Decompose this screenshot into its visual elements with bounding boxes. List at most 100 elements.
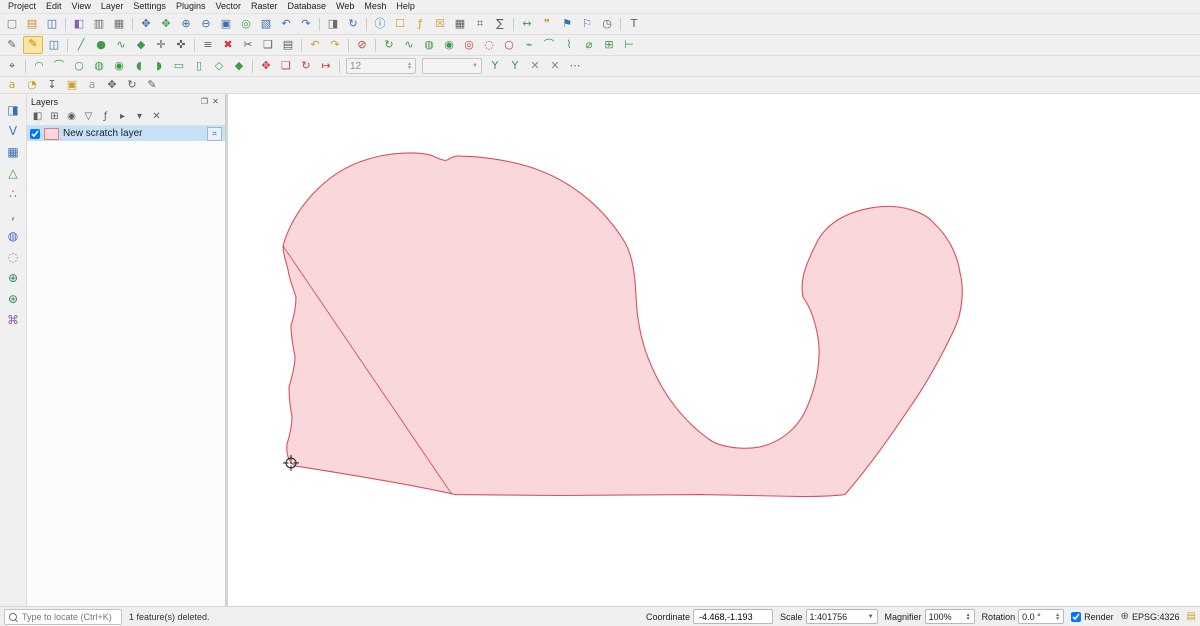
offset-point-symbols-tool[interactable]: ↦ [317,58,335,74]
modify-attributes-button[interactable]: ≡ [199,37,217,53]
highlight-pinned-labels-button[interactable]: ▣ [63,77,81,93]
menu-help[interactable]: Help [391,0,420,13]
show-hide-labels-tool[interactable]: a [83,77,101,93]
menu-settings[interactable]: Settings [128,0,171,13]
new-spatial-bookmark-button[interactable]: ⚑ [558,16,576,32]
field-calculator-button[interactable]: ⌗ [471,16,489,32]
copy-move-feature-tool[interactable]: ❏ [277,58,295,74]
rotate-feature-tool[interactable]: ↻ [380,37,398,53]
memory-layer-indicator-icon[interactable]: ⌗ [207,127,222,141]
split-parts-tool[interactable]: ⌀ [580,37,598,53]
magnifier-spinbox[interactable]: 100% ▲▼ [925,609,975,624]
add-part-tool[interactable]: ◉ [440,37,458,53]
copy-features-button[interactable]: ❏ [259,37,277,53]
size-spinbox[interactable]: 12 ▲▼ [346,58,416,74]
render-toggle[interactable]: Render [1071,612,1114,622]
regular-polygon-center-tool[interactable]: ◆ [230,58,248,74]
open-attribute-table-button[interactable]: ▦ [451,16,469,32]
layer-visibility-checkbox[interactable] [30,129,40,139]
menu-database[interactable]: Database [283,0,332,13]
circular-string-tool[interactable]: ◠ [30,58,48,74]
circle-center-point-tool[interactable]: ◉ [110,58,128,74]
collapse-all-button[interactable]: ▾ [132,110,147,124]
temporal-controller-button[interactable]: ◷ [598,16,616,32]
rotation-spinbox[interactable]: 0.0 ° ▲▼ [1018,609,1064,624]
vertex-tool-current-layer[interactable]: ✜ [172,37,190,53]
statistical-summary-button[interactable]: ∑ [491,16,509,32]
messages-log-button[interactable]: ▤ [1187,611,1196,622]
coordinate-input[interactable] [697,611,767,623]
enable-advanced-digitizing-button[interactable]: ⌖ [3,58,21,74]
ellipse-center-2-points-tool[interactable]: ◖ [130,58,148,74]
select-by-expression-tool[interactable]: ƒ [411,16,429,32]
delete-selected-part-tool[interactable]: ✕ [546,58,564,74]
remove-layer-button[interactable]: ✕ [149,110,164,124]
scale-combo[interactable]: 1:401756 ▼ [806,609,878,624]
zoom-in-tool[interactable]: ⊕ [177,16,195,32]
add-line-feature-tool[interactable]: ∿ [112,37,130,53]
zoom-full-tool[interactable]: ▣ [217,16,235,32]
zoom-last-tool[interactable]: ↶ [277,16,295,32]
regular-polygon-2-points-tool[interactable]: ◇ [210,58,228,74]
select-features-tool[interactable]: ☐ [391,16,409,32]
render-checkbox[interactable] [1071,612,1081,622]
add-wms-layer-button[interactable]: ⊕ [3,269,23,287]
pan-map-tool[interactable]: ✥ [137,16,155,32]
layer-diagram-options-button[interactable]: ◔ [23,77,41,93]
add-postgis-layer-button[interactable]: ◍ [3,227,23,245]
filter-legend-by-expression-button[interactable]: ƒ [98,110,113,124]
layout-manager-button[interactable]: ▦ [110,16,128,32]
move-label-tool[interactable]: ✥ [103,77,121,93]
cancel-edits-button[interactable]: ⊘ [353,37,371,53]
more-digitizing-options[interactable]: ⋯ [566,58,584,74]
style-manager-button[interactable]: ◧ [70,16,88,32]
delete-part-tool[interactable]: ○ [500,37,518,53]
add-delimited-text-layer-button[interactable]: , [3,206,23,224]
add-vector-layer-button[interactable]: V [3,122,23,140]
rotate-point-symbols-tool[interactable]: ↻ [297,58,315,74]
zoom-to-selection-tool[interactable]: ◎ [237,16,255,32]
toggle-editing-button[interactable]: ✎ [23,36,43,54]
redo-button[interactable]: ↷ [326,37,344,53]
delete-selected-button[interactable]: ✖ [219,37,237,53]
cut-features-button[interactable]: ✂ [239,37,257,53]
identify-features-tool[interactable]: ⓘ [371,16,389,32]
expand-all-button[interactable]: ▸ [115,110,130,124]
new-virtual-layer-button[interactable]: ⌘ [3,311,23,329]
new-3d-map-button[interactable]: ◨ [324,16,342,32]
add-mesh-layer-button[interactable]: △ [3,164,23,182]
refresh-map-button[interactable]: ↻ [344,16,362,32]
add-group-button[interactable]: ⊞ [47,110,62,124]
spinner-arrows-icon[interactable]: ▲▼ [966,613,971,621]
menu-plugins[interactable]: Plugins [171,0,211,13]
open-data-source-manager-button[interactable]: ◨ [3,101,23,119]
undo-button[interactable]: ↶ [306,37,324,53]
circle-3-points-tool[interactable]: ◍ [90,58,108,74]
vertex-tool-all-layers[interactable]: ✛ [152,37,170,53]
new-layout-button[interactable]: ▥ [90,16,108,32]
map-canvas[interactable] [228,94,1200,606]
layer-item-new-scratch-layer[interactable]: New scratch layer ⌗ [27,126,225,141]
new-project-button[interactable]: ▢ [3,16,21,32]
locator-search-input[interactable] [20,611,117,623]
zoom-next-tool[interactable]: ↷ [297,16,315,32]
open-layer-styling-panel-button[interactable]: ◧ [30,110,45,124]
zoom-to-layer-tool[interactable]: ▧ [257,16,275,32]
menu-project[interactable]: Project [3,0,41,13]
menu-raster[interactable]: Raster [246,0,283,13]
pan-to-selection-tool[interactable]: ✥ [157,16,175,32]
add-polygon-feature-tool[interactable]: ◆ [132,37,150,53]
save-project-button[interactable]: ◫ [43,16,61,32]
current-edits-menu[interactable]: ✎ [3,37,21,53]
digitize-with-segment-tool[interactable]: ╱ [72,37,90,53]
menu-layer[interactable]: Layer [96,0,129,13]
split-features-tool[interactable]: ⌇ [560,37,578,53]
add-point-cloud-layer-button[interactable]: ∴ [3,185,23,203]
move-feature-tool[interactable]: ✥ [257,58,275,74]
topological-editing-toggle[interactable]: Y [486,58,504,74]
pin-unpin-labels-tool[interactable]: ↧ [43,77,61,93]
deselect-all-button[interactable]: ☒ [431,16,449,32]
layer-labeling-options-button[interactable]: a [3,77,21,93]
new-map-annotation-tool[interactable]: T [625,16,643,32]
filter-legend-button[interactable]: ▽ [81,110,96,124]
